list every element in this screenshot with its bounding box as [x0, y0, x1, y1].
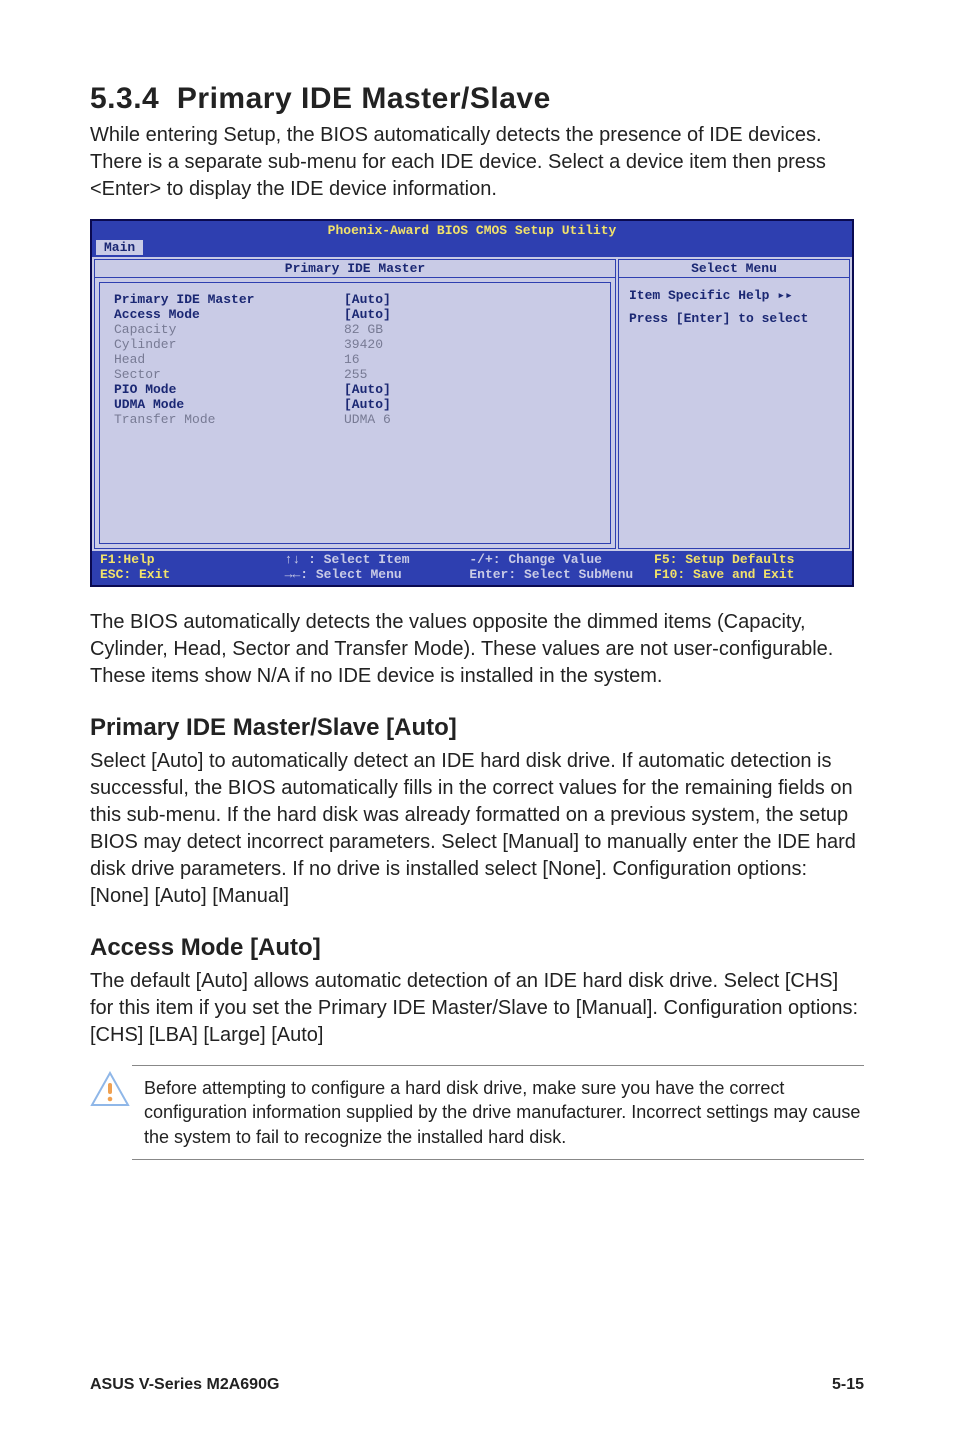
para-after-bios: The BIOS automatically detects the value… — [90, 609, 864, 690]
bios-setting-label[interactable]: PIO Mode — [114, 383, 344, 398]
bios-setting-value: 16 — [344, 353, 360, 368]
bios-setting-label: Cylinder — [114, 338, 344, 353]
bios-footer-col-3: -/+: Change Value Enter: Select SubMenu — [469, 552, 654, 582]
warning-icon — [90, 1065, 132, 1107]
bios-key-exit: ESC: Exit — [100, 567, 170, 582]
bios-setting-row: Sector255 — [114, 368, 596, 383]
bios-setting-value[interactable]: [Auto] — [344, 293, 391, 308]
page-footer-left: ASUS V-Series M2A690G — [90, 1376, 279, 1394]
bios-right-panel: Select Menu Item Specific Help ▸▸ Press … — [618, 259, 850, 549]
bios-setting-row: UDMA Mode[Auto] — [114, 398, 596, 413]
note-text: Before attempting to configure a hard di… — [132, 1065, 864, 1160]
bios-left-panel: Primary IDE Master Primary IDE Master[Au… — [94, 259, 616, 549]
bios-setting-row: PIO Mode[Auto] — [114, 383, 596, 398]
bios-key-save-exit: F10: Save and Exit — [654, 567, 794, 582]
bios-key-change-value: -/+: Change Value — [469, 552, 602, 567]
body-primary-ide: Select [Auto] to automatically detect an… — [90, 748, 864, 910]
bios-footer-col-4: F5: Setup Defaults F10: Save and Exit — [654, 552, 844, 582]
bios-key-select-item: ↑↓ : Select Item — [285, 552, 410, 567]
section-heading: 5.3.4 Primary IDE Master/Slave — [90, 82, 864, 116]
bios-key-select-submenu: Enter: Select SubMenu — [469, 567, 633, 582]
bios-setting-row: Access Mode[Auto] — [114, 308, 596, 323]
bios-setting-row: Head16 — [114, 353, 596, 368]
bios-footer-col-2: ↑↓ : Select Item →←: Select Menu — [285, 552, 470, 582]
bios-setting-value: 39420 — [344, 338, 383, 353]
bios-help-text: Item Specific Help ▸▸ Press [Enter] to s… — [619, 278, 849, 328]
bios-settings-list: Primary IDE Master[Auto]Access Mode[Auto… — [99, 282, 611, 544]
bios-setting-row: Cylinder39420 — [114, 338, 596, 353]
bios-left-title: Primary IDE Master — [95, 260, 615, 278]
bios-setting-value: 82 GB — [344, 323, 383, 338]
bios-setting-value[interactable]: [Auto] — [344, 383, 391, 398]
page-footer: ASUS V-Series M2A690G 5-15 — [90, 1376, 864, 1394]
intro-paragraph: While entering Setup, the BIOS automatic… — [90, 122, 864, 203]
bios-setting-row: Capacity82 GB — [114, 323, 596, 338]
bios-menubar: Main — [92, 240, 852, 257]
section-title: Primary IDE Master/Slave — [177, 82, 551, 115]
bios-body: Primary IDE Master Primary IDE Master[Au… — [92, 257, 852, 551]
page-footer-right: 5-15 — [832, 1376, 864, 1394]
bios-setting-row: Transfer ModeUDMA 6 — [114, 413, 596, 428]
bios-setting-label: Sector — [114, 368, 344, 383]
bios-setting-label[interactable]: Primary IDE Master — [114, 293, 344, 308]
bios-setting-label: Capacity — [114, 323, 344, 338]
bios-setting-value: 255 — [344, 368, 367, 383]
bios-utility-title: Phoenix-Award BIOS CMOS Setup Utility — [92, 221, 852, 240]
bios-menubar-main-tab[interactable]: Main — [96, 240, 143, 255]
bios-setting-value[interactable]: [Auto] — [344, 308, 391, 323]
bios-footer-col-1: F1:Help ESC: Exit — [100, 552, 285, 582]
bios-setting-value: UDMA 6 — [344, 413, 391, 428]
bios-setting-label: Transfer Mode — [114, 413, 344, 428]
bios-screenshot: Phoenix-Award BIOS CMOS Setup Utility Ma… — [90, 219, 854, 587]
bios-setting-label[interactable]: Access Mode — [114, 308, 344, 323]
bios-key-setup-defaults: F5: Setup Defaults — [654, 552, 794, 567]
subheading-primary-ide: Primary IDE Master/Slave [Auto] — [90, 714, 864, 742]
section-number: 5.3.4 — [90, 82, 159, 115]
bios-setting-row: Primary IDE Master[Auto] — [114, 293, 596, 308]
bios-help-line-1: Item Specific Help ▸▸ — [629, 288, 839, 305]
bios-footer: F1:Help ESC: Exit ↑↓ : Select Item →←: S… — [92, 551, 852, 585]
bios-right-title: Select Menu — [619, 260, 849, 278]
bios-key-help: F1:Help — [100, 552, 155, 567]
bios-setting-value[interactable]: [Auto] — [344, 398, 391, 413]
note-callout: Before attempting to configure a hard di… — [90, 1065, 864, 1160]
subheading-access-mode: Access Mode [Auto] — [90, 934, 864, 962]
bios-setting-label: Head — [114, 353, 344, 368]
bios-help-line-2: Press [Enter] to select — [629, 311, 839, 328]
body-access-mode: The default [Auto] allows automatic dete… — [90, 968, 864, 1049]
bios-setting-label[interactable]: UDMA Mode — [114, 398, 344, 413]
bios-key-select-menu: →←: Select Menu — [285, 567, 402, 582]
